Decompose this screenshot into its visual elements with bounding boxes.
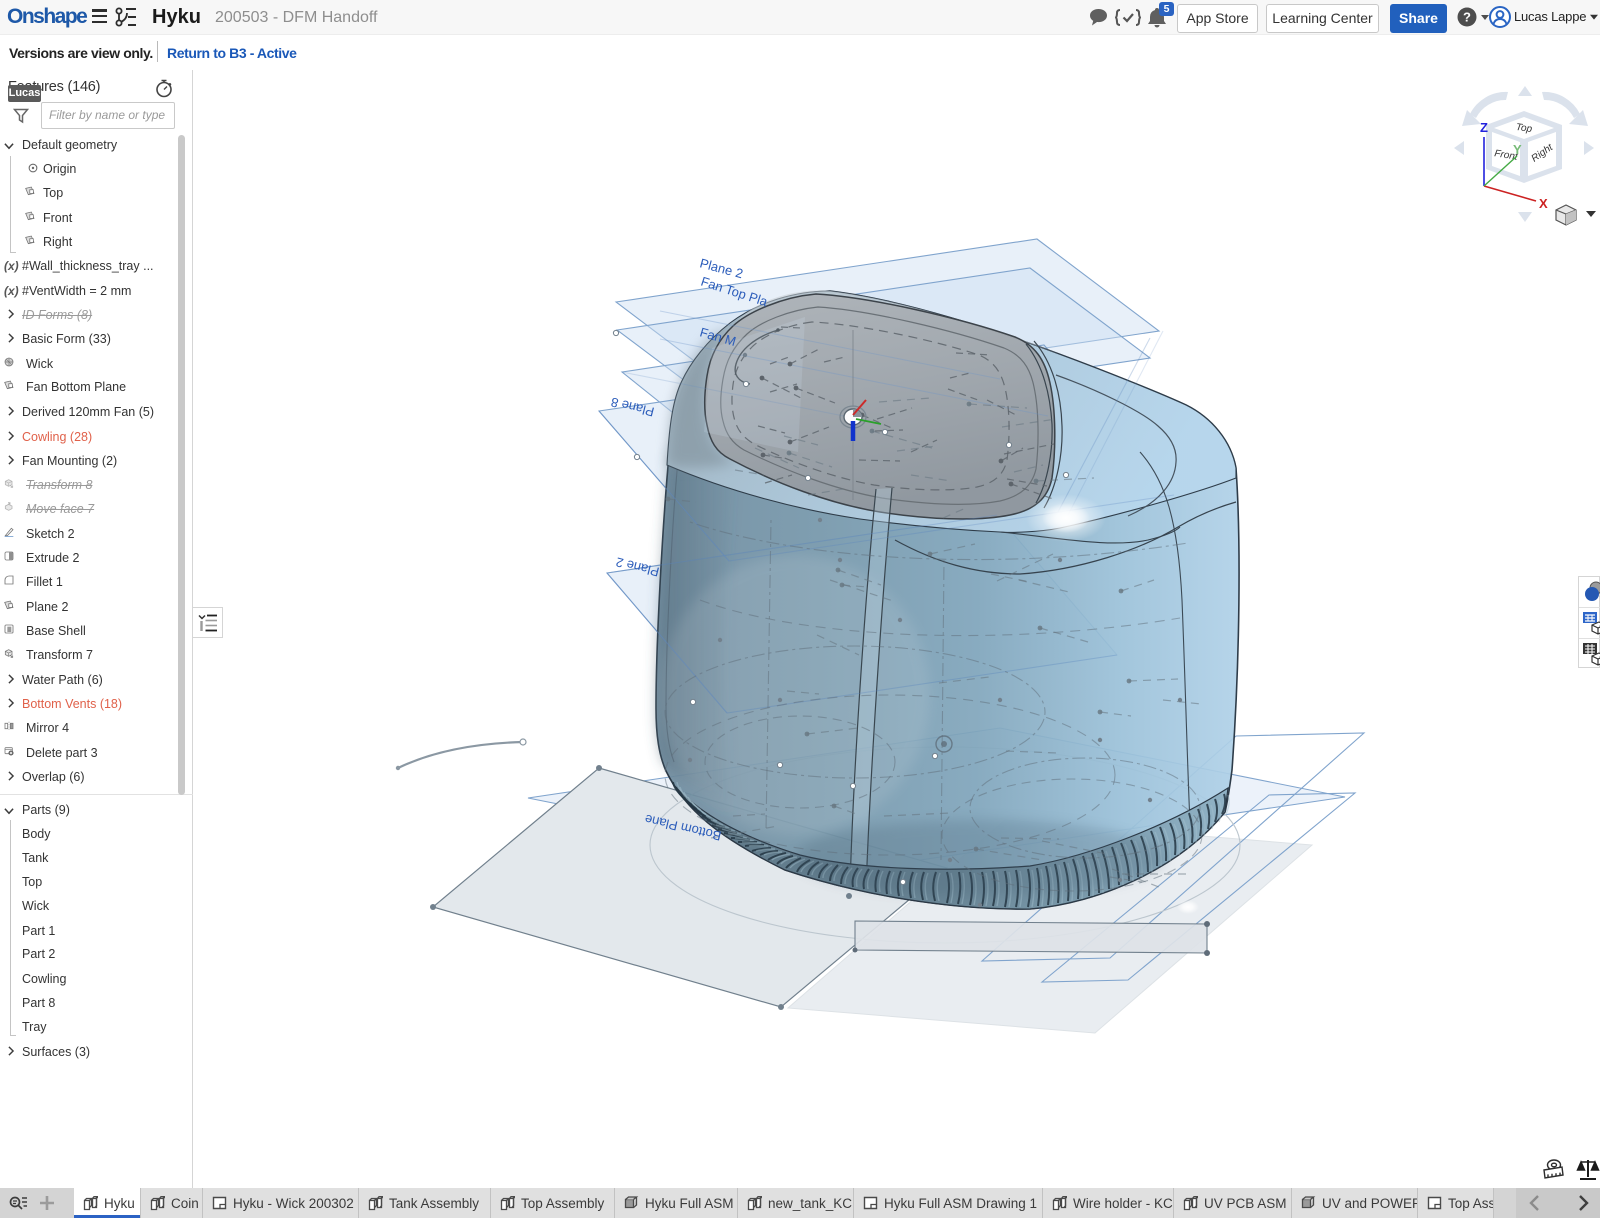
svg-text:Z: Z [1480,120,1488,135]
svg-text:?: ? [1463,10,1471,25]
svg-text:Y: Y [1513,142,1522,157]
svg-text:X: X [1539,196,1548,211]
svg-text:Top: Top [1515,122,1533,135]
